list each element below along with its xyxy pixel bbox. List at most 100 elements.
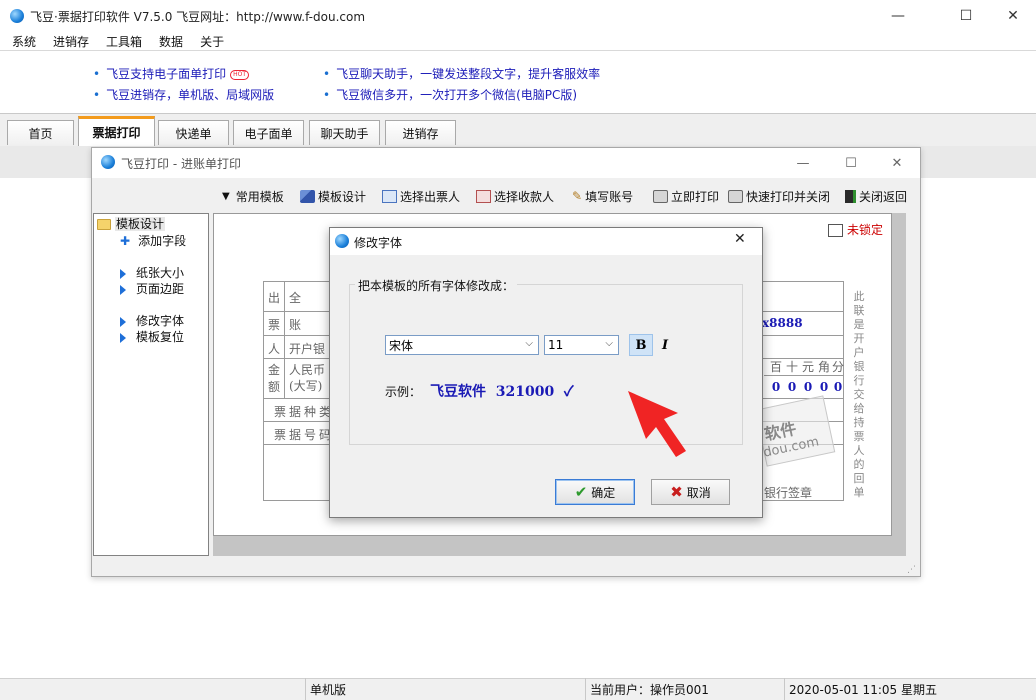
news-link-wechat[interactable]: 飞豆微信多开，一次打开多个微信(电脑PC版) — [336, 88, 577, 102]
bullet-icon: • — [323, 67, 331, 81]
print-window-close-button[interactable]: ✕ — [874, 148, 920, 178]
chevron-down-icon: ⌵ — [525, 338, 533, 349]
digit-header: 百 — [769, 360, 782, 374]
tree-item-change-font[interactable]: 修改字体 — [120, 312, 184, 329]
lock-status[interactable]: 未锁定 — [828, 221, 883, 238]
print-window-maximize-button[interactable]: ☐ — [828, 148, 874, 178]
tab-inventory[interactable]: 进销存 — [385, 120, 456, 145]
pencil-icon: ✎ — [572, 189, 583, 203]
toolbar-close-return[interactable]: 关闭返回 — [845, 186, 907, 206]
toolbar-template-design[interactable]: 模板设计 — [300, 186, 366, 206]
tab-home[interactable]: 首页 — [7, 120, 74, 145]
font-dialog-close-icon[interactable]: ✕ — [734, 231, 746, 247]
triangle-right-icon — [120, 316, 126, 327]
menu-item-inventory[interactable]: 进销存 — [53, 33, 89, 50]
exit-door-icon — [845, 189, 856, 203]
sample-label: 示例： — [385, 385, 422, 399]
print-window-logo-icon — [101, 155, 115, 169]
form-label-out: 出 — [268, 291, 281, 305]
vertical-scrollbar[interactable] — [892, 213, 906, 556]
font-group-label: 把本模板的所有字体修改成： — [355, 277, 518, 294]
menu-divider — [0, 50, 1036, 51]
sample-text: 飞豆软件 321000 ✓ — [430, 384, 574, 400]
chevron-down-icon: ⌵ — [605, 338, 613, 349]
news-link-inventory[interactable]: 飞豆进销存，单机版、局域网版 — [106, 88, 274, 102]
triangle-right-icon — [120, 268, 126, 279]
triangle-right-icon — [120, 332, 126, 343]
font-dialog-logo-icon — [335, 234, 349, 248]
tab-express[interactable]: 快递单 — [158, 120, 229, 145]
digit-grid: 百 十 元 角 分 0 0 0 0 0 — [764, 358, 844, 398]
italic-toggle[interactable]: I — [655, 334, 675, 356]
app-logo-icon — [10, 9, 24, 23]
tree-item-add-field[interactable]: ✚ 添加字段 — [120, 232, 186, 249]
hot-badge: HOT — [230, 69, 249, 80]
digit-header: 角 — [817, 360, 830, 374]
toolbar-select-drawer[interactable]: 选择出票人 — [382, 186, 460, 206]
close-button[interactable]: ✕ — [990, 0, 1036, 31]
news-link-chat[interactable]: 飞豆聊天助手，一键发送整段文字，提升客服效率 — [336, 67, 600, 81]
form-label-person: 人 — [268, 342, 281, 356]
toolbar-common-templates[interactable]: ▼ 常用模板 — [222, 186, 284, 206]
tab-e-waybill[interactable]: 电子面单 — [233, 120, 304, 145]
toolbar-quick-print-close[interactable]: 快速打印并关闭 — [728, 186, 830, 206]
tree-item-reset-template[interactable]: 模板复位 — [120, 328, 184, 345]
contact-card-icon — [476, 189, 491, 203]
form-row-rmb: 人民币(大写) — [289, 363, 326, 393]
digit-value: 0 — [787, 379, 797, 394]
bank-sign-label: 银行签章 — [764, 486, 813, 500]
resize-grip-icon[interactable]: ⋰ — [907, 565, 916, 575]
menu-item-data[interactable]: 数据 — [159, 33, 183, 50]
status-user: 当前用户：操作员001 — [585, 678, 784, 700]
status-datetime: 2020-05-01 11:05 星期五 — [784, 678, 1036, 700]
printer-icon — [653, 189, 668, 203]
form-row-ticket-no: 票据号码 — [274, 428, 335, 442]
tree-item-page-margin[interactable]: 页面边距 — [120, 280, 184, 297]
annotation-arrow-icon — [628, 391, 686, 457]
digit-header: 十 — [785, 360, 798, 374]
minimize-button[interactable]: — — [875, 0, 921, 31]
tab-chat-assistant[interactable]: 聊天助手 — [309, 120, 380, 145]
font-family-select[interactable]: 宋体 ⌵ — [385, 335, 539, 355]
tree-root-template-design[interactable]: 模板设计 — [97, 215, 166, 232]
digit-header: 分 — [832, 360, 845, 374]
print-window-title: 飞豆打印 - 进账单打印 — [121, 157, 241, 171]
check-icon: ✔ — [574, 483, 588, 501]
design-icon — [300, 189, 315, 203]
app-title: 飞豆·票据打印软件 V7.5.0 飞豆网址：http://www.f-dou.c… — [30, 10, 366, 24]
toolbar-print-now[interactable]: 立即打印 — [653, 186, 719, 206]
menu-item-about[interactable]: 关于 — [200, 33, 224, 50]
font-size-select[interactable]: 11 ⌵ — [544, 335, 619, 355]
bullet-icon: • — [323, 88, 331, 102]
digit-header: 元 — [801, 360, 814, 374]
form-row-account: 账 — [289, 318, 302, 332]
cancel-button[interactable]: ✖ 取消 — [651, 479, 730, 505]
print-window-minimize-button[interactable]: — — [780, 148, 826, 178]
quick-printer-icon — [728, 189, 743, 203]
tab-ticket-print[interactable]: 票据打印 — [78, 116, 155, 146]
horizontal-scrollbar[interactable] — [213, 536, 906, 556]
bullet-icon: • — [93, 67, 101, 81]
plus-icon: ✚ — [120, 234, 131, 248]
ok-button[interactable]: ✔ 确定 — [555, 479, 635, 505]
form-row-fullname: 全 — [289, 291, 302, 305]
id-card-icon — [382, 189, 397, 203]
bold-toggle[interactable]: B — [629, 334, 653, 356]
digit-value: 0 — [771, 379, 781, 394]
news-left: • 飞豆支持电子面单打印 HOT • 飞豆进销存，单机版、局域网版 — [93, 64, 274, 106]
form-label-amount: 金额 — [268, 363, 281, 394]
menu-bar: 系统 进销存 工具箱 数据 关于 — [0, 31, 1036, 51]
dropdown-arrow-icon: ▼ — [222, 190, 230, 202]
news-link-express[interactable]: 飞豆支持电子面单打印 — [106, 67, 226, 81]
toolbar-select-payee[interactable]: 选择收款人 — [476, 186, 554, 206]
menu-item-system[interactable]: 系统 — [12, 33, 36, 50]
maximize-button[interactable]: ☐ — [943, 0, 989, 31]
tree-item-paper-size[interactable]: 纸张大小 — [120, 264, 184, 281]
digit-value: 0 — [819, 379, 829, 394]
triangle-right-icon — [120, 284, 126, 295]
form-label-ticket: 票 — [268, 318, 281, 332]
form-row-ticket-type: 票据种类 — [274, 405, 335, 419]
status-edition: 单机版 — [305, 678, 585, 700]
toolbar-fill-account[interactable]: ✎ 填写账号 — [572, 186, 633, 206]
menu-item-toolbox[interactable]: 工具箱 — [106, 33, 142, 50]
